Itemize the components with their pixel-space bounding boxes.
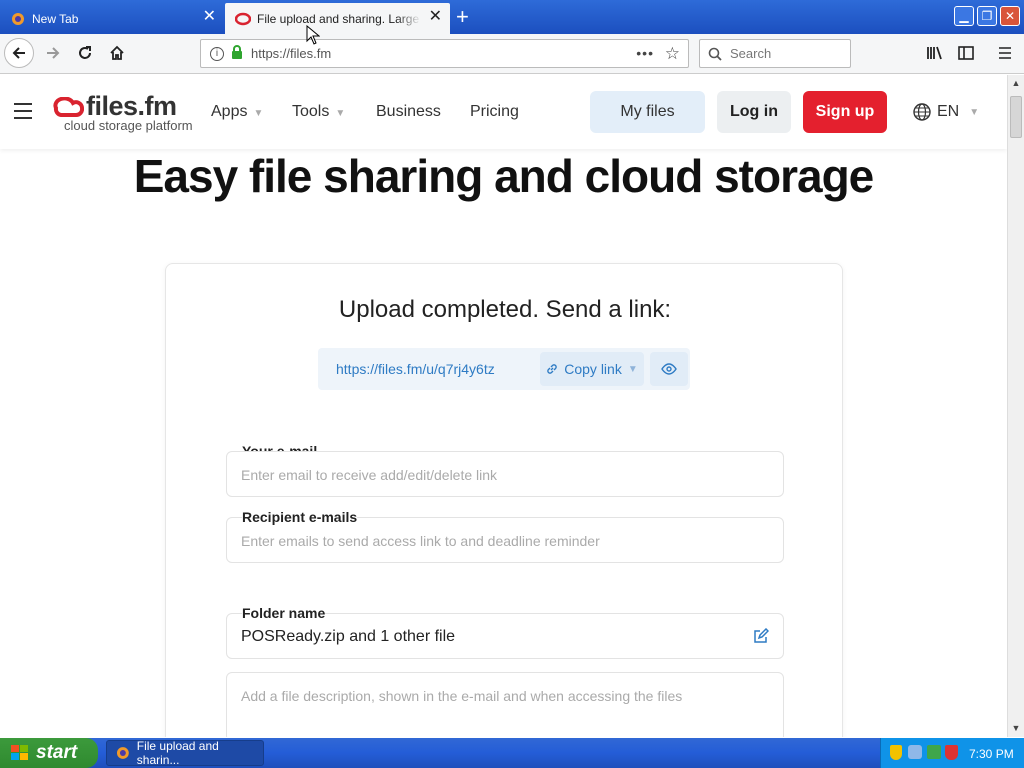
eye-icon <box>661 363 677 375</box>
scroll-up-arrow-icon[interactable]: ▲ <box>1008 75 1024 92</box>
site-menu-icon[interactable] <box>14 103 32 119</box>
address-bar[interactable]: i https://files.fm ••• ☆ <box>200 39 689 68</box>
logo-tagline: cloud storage platform <box>64 118 193 133</box>
description-field[interactable]: Add a file description, shown in the e-m… <box>226 672 784 737</box>
tab-label: File upload and sharing. Large file t <box>257 11 421 26</box>
menu-hamburger-icon[interactable] <box>990 38 1020 68</box>
search-placeholder: Search <box>730 46 772 61</box>
start-button[interactable]: start <box>0 738 98 768</box>
scroll-thumb[interactable] <box>1010 96 1022 138</box>
clock: 7:30 PM <box>969 747 1014 761</box>
start-label: start <box>36 742 78 763</box>
restore-window-icon[interactable]: ❐ <box>977 6 997 26</box>
share-link-box: https://files.fm/u/q7rj4y6tz Copy link ▼ <box>318 348 690 390</box>
tab-new-tab[interactable]: New Tab ✕ <box>0 3 224 34</box>
my-files-button[interactable]: My files <box>590 91 705 133</box>
close-window-icon[interactable]: ✕ <box>1000 6 1020 26</box>
reload-icon[interactable] <box>70 38 100 68</box>
forward-arrow-icon[interactable] <box>38 38 68 68</box>
nav-label: Tools <box>292 103 330 120</box>
new-tab-plus-icon[interactable]: + <box>456 6 469 28</box>
link-icon <box>547 364 557 374</box>
upload-result-card: Upload completed. Send a link: https://f… <box>165 263 843 737</box>
tab-label: New Tab <box>32 11 79 26</box>
taskbar-item-label: File upload and sharin... <box>136 739 219 767</box>
connection-icon[interactable] <box>927 745 941 759</box>
language-selector[interactable]: EN ▼ <box>913 103 979 121</box>
recipient-label: Recipient e-mails <box>242 509 358 525</box>
preview-link-button[interactable] <box>650 352 688 386</box>
email-field[interactable]: Enter email to receive add/edit/delete l… <box>226 451 784 497</box>
security-shield-icon[interactable] <box>890 745 902 760</box>
copy-link-label: Copy link <box>564 361 622 377</box>
antivirus-icon[interactable] <box>945 745 958 760</box>
folder-name-label: Folder name <box>242 605 326 621</box>
chevron-down-icon: ▼ <box>335 108 346 119</box>
upload-title: Upload completed. Send a link: <box>338 296 672 323</box>
nav-apps[interactable]: Apps ▼ <box>211 103 263 121</box>
recipient-placeholder: Enter emails to send access link to and … <box>241 533 600 549</box>
windows-logo-icon <box>11 745 28 760</box>
page-actions-icon[interactable]: ••• <box>636 45 654 61</box>
library-icon[interactable] <box>920 38 950 68</box>
language-label: EN <box>937 103 960 120</box>
mouse-cursor-icon <box>306 25 320 45</box>
nav-tools[interactable]: Tools ▼ <box>292 103 345 121</box>
bookmark-star-icon[interactable]: ☆ <box>665 44 680 64</box>
network-icon[interactable] <box>908 745 922 759</box>
page-scrollbar[interactable]: ▲ ▼ <box>1007 75 1024 737</box>
folder-name-value: POSReady.zip and 1 other file <box>241 628 456 645</box>
copy-link-button[interactable]: Copy link ▼ <box>540 352 644 386</box>
back-arrow-icon[interactable] <box>4 38 34 68</box>
page-headline: Easy file sharing and cloud storage <box>133 150 875 202</box>
home-icon[interactable] <box>102 38 132 68</box>
system-tray: 7:30 PM <box>880 738 1024 768</box>
firefox-icon <box>10 12 26 26</box>
browser-tab-strip: New Tab ✕ File upload and sharing. Large… <box>0 0 1024 34</box>
browser-toolbar: i https://files.fm ••• ☆ Search <box>0 34 1024 74</box>
edit-icon[interactable] <box>753 628 769 644</box>
firefox-icon <box>116 747 129 759</box>
taskbar: start File upload and sharin... 7:30 PM <box>0 738 1024 768</box>
nav-business[interactable]: Business <box>376 103 441 121</box>
chevron-down-icon: ▼ <box>969 106 980 118</box>
close-tab-icon[interactable]: ✕ <box>429 9 442 25</box>
sidebar-toggle-icon[interactable] <box>951 38 981 68</box>
files-fm-logo[interactable]: files.fm cloud storage platform <box>52 93 193 133</box>
minimize-window-icon[interactable]: ▁ <box>954 6 974 26</box>
search-input[interactable]: Search <box>699 39 851 68</box>
chevron-down-icon: ▼ <box>253 108 264 119</box>
tab-files-fm[interactable]: File upload and sharing. Large file t ✕ <box>225 3 450 34</box>
web-page: files.fm cloud storage platform Apps ▼ To… <box>0 75 1007 737</box>
scroll-down-arrow-icon[interactable]: ▼ <box>1008 720 1024 737</box>
login-button[interactable]: Log in <box>717 91 791 133</box>
site-header: files.fm cloud storage platform Apps ▼ To… <box>0 75 1007 149</box>
description-placeholder: Add a file description, shown in the e-m… <box>241 688 683 704</box>
lock-icon <box>231 45 243 62</box>
close-tab-icon[interactable]: ✕ <box>203 9 216 25</box>
search-icon <box>708 47 722 61</box>
info-icon[interactable]: i <box>210 46 224 61</box>
taskbar-item-firefox[interactable]: File upload and sharin... <box>106 739 264 767</box>
url-text[interactable]: https://files.fm <box>251 46 331 61</box>
files-fm-favicon-icon <box>234 12 252 26</box>
share-link[interactable]: https://files.fm/u/q7rj4y6tz <box>336 361 495 377</box>
chevron-down-icon: ▼ <box>627 363 638 375</box>
nav-pricing[interactable]: Pricing <box>470 103 519 121</box>
files-fm-logo-icon <box>53 97 84 117</box>
email-placeholder: Enter email to receive add/edit/delete l… <box>241 467 498 483</box>
signup-button[interactable]: Sign up <box>803 91 887 133</box>
globe-icon <box>913 103 931 121</box>
nav-label: Apps <box>211 103 248 120</box>
